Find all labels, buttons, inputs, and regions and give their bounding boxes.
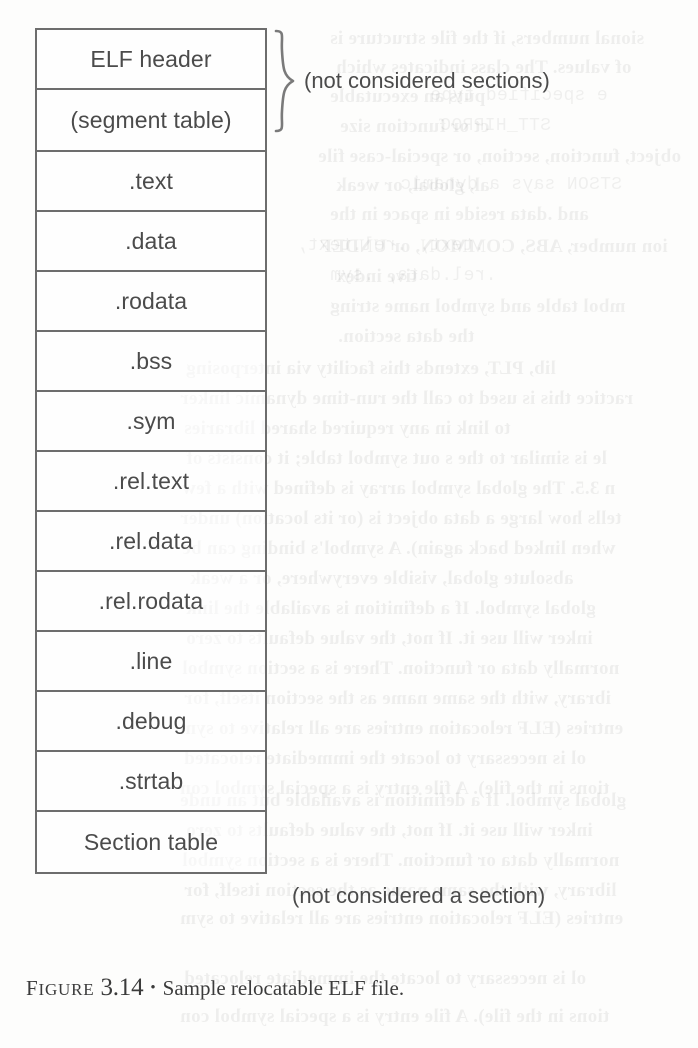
elf-section-row: .data — [37, 212, 265, 272]
figure-caption-bullet: • — [150, 980, 156, 996]
elf-section-label: .rel.text — [112, 467, 190, 494]
elf-section-label: .rel.data — [108, 527, 193, 554]
elf-section-row: .rodata — [37, 272, 265, 332]
elf-section-label: .data — [125, 227, 177, 254]
elf-section-row: Section table — [37, 812, 265, 872]
not-considered-sections-note: (not considered sections) — [304, 68, 550, 93]
figure-container: ELF header (segment table) .text .data .roda… — [0, 0, 698, 1048]
elf-section-label: .strtab — [118, 767, 184, 794]
elf-section-label: Section table — [83, 828, 219, 855]
elf-section-row: .line — [37, 632, 265, 692]
elf-section-label: .rodata — [114, 287, 188, 314]
elf-section-row: .strtab — [37, 752, 265, 812]
elf-section-row: .text — [37, 152, 265, 212]
elf-section-label: .bss — [129, 347, 173, 374]
elf-section-label: .text — [129, 167, 173, 194]
elf-section-label: .rel.rodata — [98, 587, 204, 614]
elf-section-row: .rel.data — [37, 512, 265, 572]
elf-section-row: (segment table) — [37, 90, 265, 152]
elf-section-row: .bss — [37, 332, 265, 392]
figure-caption-text: Sample relocatable ELF file. — [162, 976, 405, 1000]
elf-section-row: .rel.rodata — [37, 572, 265, 632]
elf-section-label: .debug — [115, 707, 187, 734]
not-considered-a-section-note: (not considered a section) — [292, 883, 546, 908]
curly-brace-icon — [272, 29, 298, 133]
elf-section-row: .rel.text — [37, 452, 265, 512]
figure-caption: FIGURE 3.14 • Sample relocatable ELF file. — [26, 974, 404, 1002]
elf-section-label: (segment table) — [70, 106, 232, 133]
figure-caption-number: 3.14 — [100, 974, 144, 1001]
elf-section-row: ELF header — [37, 30, 265, 90]
elf-section-row: .debug — [37, 692, 265, 752]
elf-section-row: .sym — [37, 392, 265, 452]
elf-file-diagram: ELF header (segment table) .text .data .roda… — [35, 28, 267, 874]
elf-section-label: .line — [129, 647, 173, 674]
figure-caption-label: FIGURE — [26, 976, 95, 1000]
elf-section-label: .sym — [126, 407, 176, 434]
elf-section-label: ELF header — [90, 45, 212, 72]
